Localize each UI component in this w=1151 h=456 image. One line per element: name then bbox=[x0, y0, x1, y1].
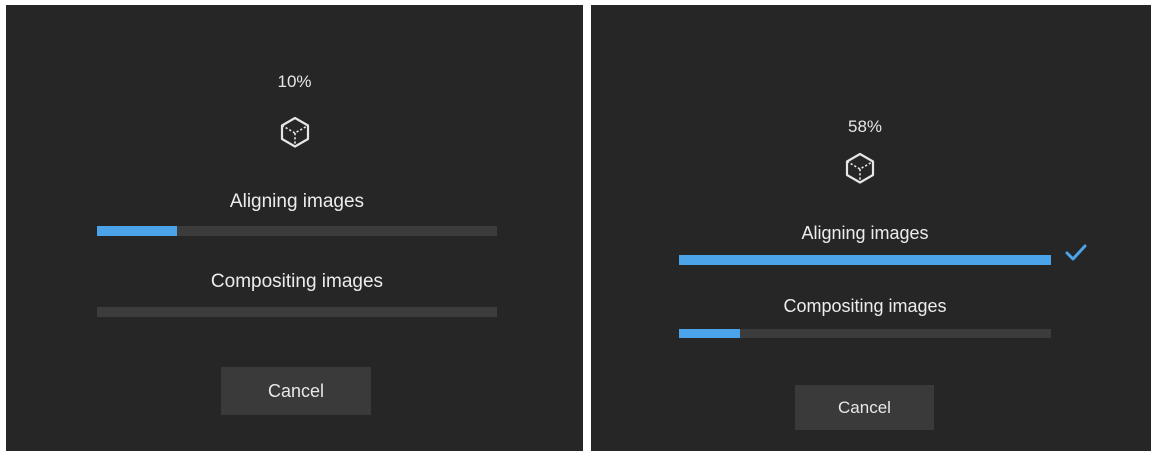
progress-fill-compositing bbox=[679, 329, 741, 338]
cube-icon bbox=[280, 116, 310, 148]
progress-bar-compositing bbox=[97, 307, 497, 317]
cube-icon bbox=[845, 152, 875, 184]
progress-percent: 10% bbox=[277, 72, 312, 91]
progress-bar-compositing bbox=[679, 329, 1051, 338]
progress-percent: 58% bbox=[847, 117, 883, 136]
progress-dialog-left: 10% Aligning images Compositing images C… bbox=[6, 5, 583, 451]
progress-bar-aligning bbox=[679, 255, 1051, 265]
step-label-compositing: Compositing images bbox=[210, 271, 384, 292]
progress-fill-aligning bbox=[679, 255, 1051, 265]
step-label-aligning: Aligning images bbox=[801, 223, 929, 243]
cancel-button[interactable]: Cancel bbox=[221, 367, 371, 415]
progress-bar-aligning bbox=[97, 226, 497, 236]
step-label-aligning: Aligning images bbox=[229, 191, 365, 212]
cancel-button[interactable]: Cancel bbox=[795, 385, 934, 430]
progress-dialog-right: 58% Aligning images Compositing images C… bbox=[591, 5, 1151, 451]
progress-fill-aligning bbox=[97, 226, 177, 236]
step-label-compositing: Compositing images bbox=[783, 296, 947, 316]
checkmark-icon bbox=[1065, 244, 1087, 261]
